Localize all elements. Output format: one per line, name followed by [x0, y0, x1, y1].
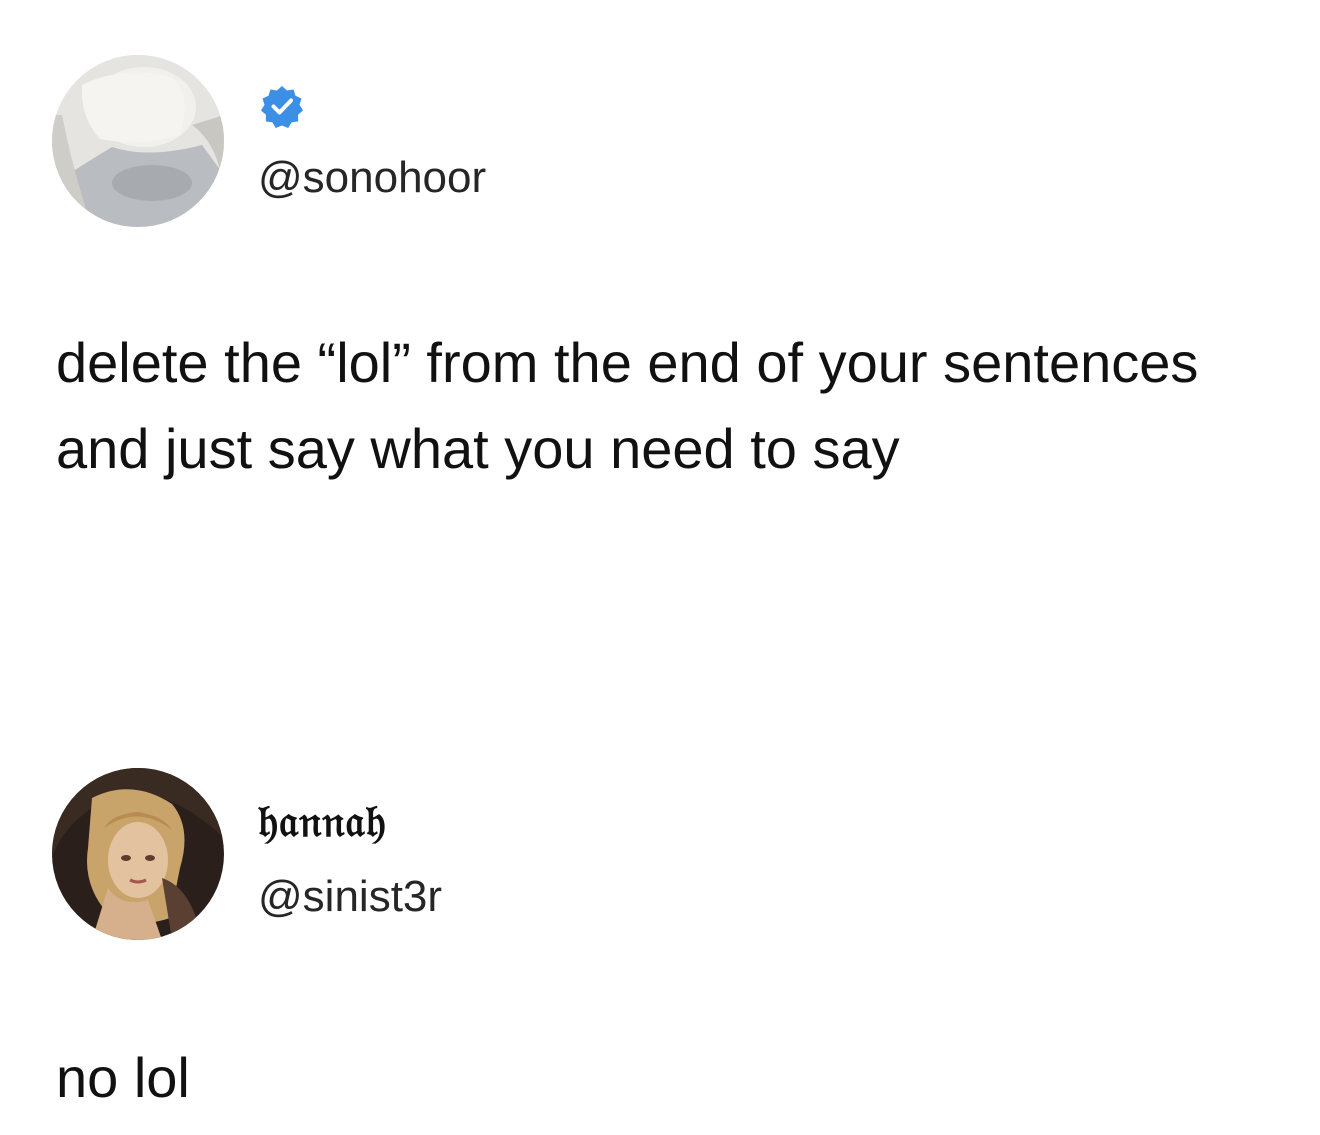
avatar[interactable] [52, 768, 224, 940]
avatar-image [52, 768, 224, 940]
tweet: @sonohoor delete the “lol” from the end … [0, 0, 1320, 600]
tweet-text: no lol [56, 1046, 190, 1109]
avatar-image [52, 55, 224, 227]
display-name[interactable]: 𝔥𝔞𝔫𝔫𝔞𝔥 [258, 800, 387, 844]
user-handle[interactable]: @sonohoor [258, 156, 486, 200]
user-handle[interactable]: @sinist3r [258, 875, 442, 919]
verified-check-icon [260, 84, 304, 128]
tweet-text: delete the “lol” from the end of your se… [56, 331, 1199, 480]
avatar[interactable] [52, 55, 224, 227]
tweet: 𝔥𝔞𝔫𝔫𝔞𝔥 @sinist3r no lol [0, 600, 1320, 1135]
